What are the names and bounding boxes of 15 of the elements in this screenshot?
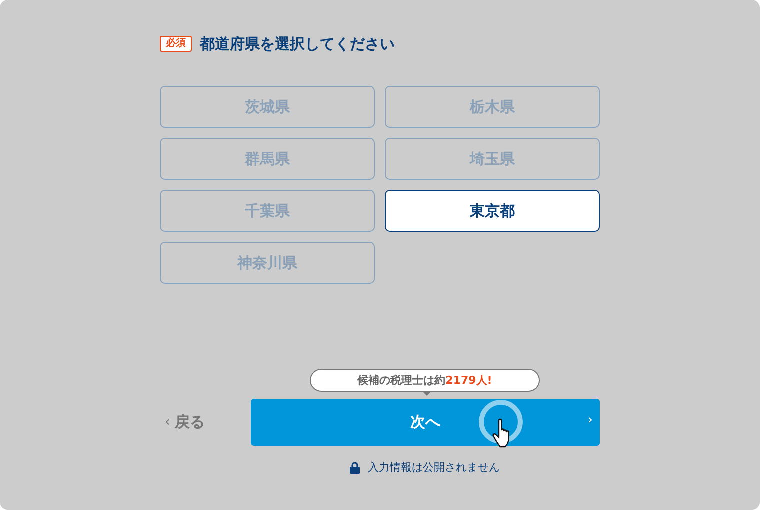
required-badge: 必須 bbox=[160, 36, 192, 52]
prefecture-option[interactable]: 栃木県 bbox=[385, 86, 600, 128]
privacy-note: 入力情報は公開されません bbox=[368, 460, 500, 475]
prefecture-option[interactable]: 東京都 bbox=[385, 190, 600, 232]
prefecture-option[interactable]: 千葉県 bbox=[160, 190, 375, 232]
prefecture-option[interactable]: 茨城県 bbox=[160, 86, 375, 128]
click-ripple bbox=[478, 399, 524, 445]
lock-icon bbox=[350, 462, 360, 474]
prefecture-option[interactable]: 群馬県 bbox=[160, 138, 375, 180]
chevron-right-icon: › bbox=[588, 413, 593, 428]
prefecture-option[interactable]: 埼玉県 bbox=[385, 138, 600, 180]
prefecture-option[interactable]: 神奈川県 bbox=[160, 242, 375, 284]
back-link[interactable]: ‹ 戻る bbox=[160, 413, 251, 432]
question-title: 都道府県を選択してください bbox=[200, 34, 395, 54]
next-button[interactable]: 次へ › bbox=[251, 399, 600, 446]
